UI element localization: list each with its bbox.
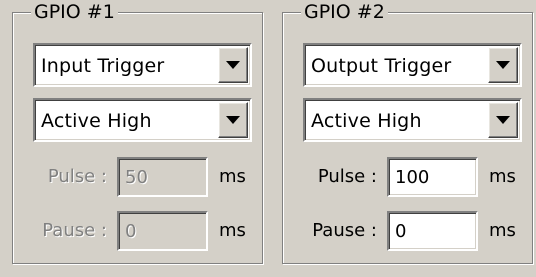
gpio1-mode-dropdown-button[interactable] (218, 47, 248, 83)
gpio2-polarity-dropdown-button[interactable] (488, 102, 518, 138)
gpio2-group-title: GPIO #2 (301, 1, 388, 23)
gpio1-polarity-dropdown[interactable]: Active High (33, 98, 252, 142)
gpio1-pause-value: 0 (125, 221, 137, 242)
gpio2-mode-value: Output Trigger (311, 55, 452, 77)
gpio2-pulse-unit: ms (489, 166, 516, 187)
gpio2-pulse-label: Pulse : (317, 166, 377, 187)
gpio1-group: GPIO #1 Input Trigger Active High Pulse … (12, 1, 263, 264)
gpio2-mode-dropdown-button[interactable] (488, 47, 518, 83)
gpio2-pause-input[interactable]: 0 (387, 211, 478, 251)
chevron-down-icon (226, 61, 240, 69)
gpio2-pulse-value: 100 (395, 167, 430, 188)
gpio2-pulse-input[interactable]: 100 (387, 157, 478, 197)
chevron-down-icon (496, 116, 510, 124)
gpio1-polarity-value: Active High (41, 110, 152, 132)
gpio2-pause-value: 0 (395, 221, 407, 242)
gpio1-pause-label: Pause : (42, 220, 107, 241)
gpio2-group: GPIO #2 Output Trigger Active High Pulse… (282, 1, 533, 264)
gpio1-pause-input[interactable]: 0 (117, 211, 208, 251)
gpio1-pulse-value: 50 (125, 167, 148, 188)
gpio1-mode-value: Input Trigger (41, 55, 165, 77)
gpio1-pulse-label: Pulse : (47, 166, 107, 187)
gpio1-pause-unit: ms (219, 220, 246, 241)
gpio2-polarity-dropdown[interactable]: Active High (303, 98, 522, 142)
chevron-down-icon (226, 116, 240, 124)
gpio2-pause-unit: ms (489, 220, 516, 241)
gpio2-mode-dropdown[interactable]: Output Trigger (303, 43, 522, 87)
chevron-down-icon (496, 61, 510, 69)
gpio1-group-title: GPIO #1 (31, 1, 118, 23)
gpio2-pause-label: Pause : (312, 220, 377, 241)
gpio1-pulse-unit: ms (219, 166, 246, 187)
gpio1-polarity-dropdown-button[interactable] (218, 102, 248, 138)
gpio1-mode-dropdown[interactable]: Input Trigger (33, 43, 252, 87)
gpio2-polarity-value: Active High (311, 110, 422, 132)
gpio1-pulse-input[interactable]: 50 (117, 157, 208, 197)
